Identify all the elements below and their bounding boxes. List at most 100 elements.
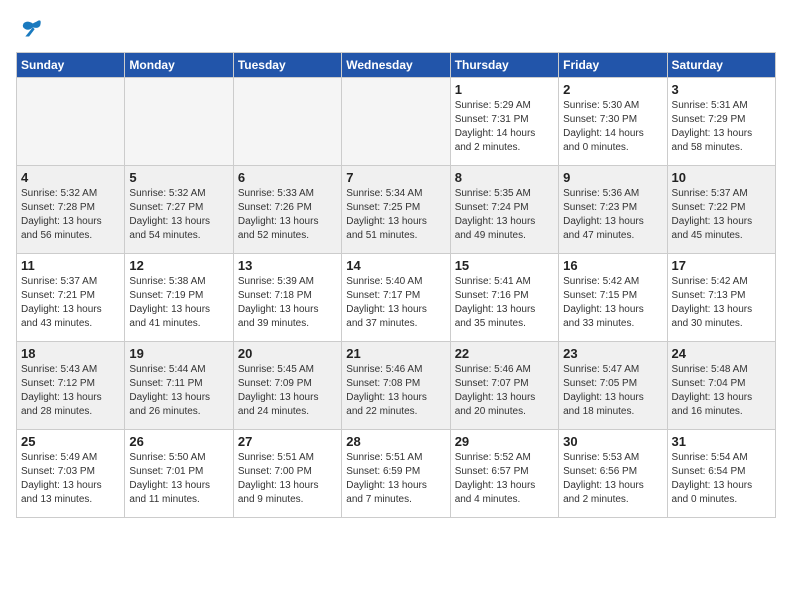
day-number: 6 [238, 170, 337, 185]
calendar-week-row: 25 Sunrise: 5:49 AM Sunset: 7:03 PM Dayli… [17, 430, 776, 518]
day-info: Sunrise: 5:51 AM Sunset: 6:59 PM Dayligh… [346, 451, 445, 507]
calendar-day-cell: 31Sunrise: 5:54 AM Sunset: 6:54 PM Dayli… [667, 430, 775, 518]
day-number: 21 [346, 346, 445, 361]
day-info: Sunrise: 5:40 AM Sunset: 7:17 PM Dayligh… [346, 275, 445, 331]
day-info: Sunrise: 5:46 AM Sunset: 7:08 PM Dayligh… [346, 363, 445, 419]
weekday-header-friday: Friday [559, 53, 667, 78]
day-info: Sunrise: 5:45 AM Sunset: 7:09 PM Dayligh… [238, 363, 337, 419]
day-info: Sunrise: 5:44 AM Sunset: 7:11 PM Dayligh… [129, 363, 228, 419]
calendar-day-cell [125, 78, 233, 166]
calendar-day-cell: 11 Sunrise: 5:37 AM Sunset: 7:21 PM Dayli… [17, 254, 125, 342]
day-info: Sunrise: 5:46 AM Sunset: 7:07 PM Dayligh… [455, 363, 554, 419]
day-number: 20 [238, 346, 337, 361]
day-number: 1 [455, 82, 554, 97]
calendar-day-cell: 6 Sunrise: 5:33 AM Sunset: 7:26 PM Daylig… [233, 166, 341, 254]
calendar-day-cell: 3Sunrise: 5:31 AM Sunset: 7:29 PM Daylig… [667, 78, 775, 166]
calendar-day-cell: 21 Sunrise: 5:46 AM Sunset: 7:08 PM Dayli… [342, 342, 450, 430]
calendar-day-cell [17, 78, 125, 166]
day-number: 25 [21, 434, 120, 449]
day-number: 10 [672, 170, 771, 185]
day-info: Sunrise: 5:37 AM Sunset: 7:22 PM Dayligh… [672, 187, 771, 243]
day-info: Sunrise: 5:32 AM Sunset: 7:28 PM Dayligh… [21, 187, 120, 243]
day-number: 28 [346, 434, 445, 449]
calendar-day-cell: 19 Sunrise: 5:44 AM Sunset: 7:11 PM Dayli… [125, 342, 233, 430]
calendar-day-cell: 27 Sunrise: 5:51 AM Sunset: 7:00 PM Dayli… [233, 430, 341, 518]
day-info: Sunrise: 5:49 AM Sunset: 7:03 PM Dayligh… [21, 451, 120, 507]
calendar-week-row: 4 Sunrise: 5:32 AM Sunset: 7:28 PM Daylig… [17, 166, 776, 254]
calendar-day-cell [233, 78, 341, 166]
day-info: Sunrise: 5:34 AM Sunset: 7:25 PM Dayligh… [346, 187, 445, 243]
calendar-day-cell: 28 Sunrise: 5:51 AM Sunset: 6:59 PM Dayli… [342, 430, 450, 518]
calendar-day-cell [342, 78, 450, 166]
logo-icon [16, 16, 44, 44]
day-number: 30 [563, 434, 662, 449]
calendar-day-cell: 23 Sunrise: 5:47 AM Sunset: 7:05 PM Dayli… [559, 342, 667, 430]
calendar-day-cell: 4 Sunrise: 5:32 AM Sunset: 7:28 PM Daylig… [17, 166, 125, 254]
calendar-day-cell: 7 Sunrise: 5:34 AM Sunset: 7:25 PM Daylig… [342, 166, 450, 254]
day-info: Sunrise: 5:42 AM Sunset: 7:13 PM Dayligh… [672, 275, 771, 331]
day-info: Sunrise: 5:43 AM Sunset: 7:12 PM Dayligh… [21, 363, 120, 419]
day-number: 8 [455, 170, 554, 185]
weekday-header-saturday: Saturday [667, 53, 775, 78]
day-number: 23 [563, 346, 662, 361]
calendar-day-cell: 2 Sunrise: 5:30 AM Sunset: 7:30 PM Daylig… [559, 78, 667, 166]
day-info: Sunrise: 5:38 AM Sunset: 7:19 PM Dayligh… [129, 275, 228, 331]
day-number: 14 [346, 258, 445, 273]
calendar-day-cell: 26 Sunrise: 5:50 AM Sunset: 7:01 PM Dayli… [125, 430, 233, 518]
day-info: Sunrise: 5:50 AM Sunset: 7:01 PM Dayligh… [129, 451, 228, 507]
day-number: 15 [455, 258, 554, 273]
calendar-day-cell: 1 Sunrise: 5:29 AM Sunset: 7:31 PM Daylig… [450, 78, 558, 166]
calendar-week-row: 1 Sunrise: 5:29 AM Sunset: 7:31 PM Daylig… [17, 78, 776, 166]
day-info: Sunrise: 5:29 AM Sunset: 7:31 PM Dayligh… [455, 99, 554, 155]
day-number: 26 [129, 434, 228, 449]
calendar-day-cell: 18 Sunrise: 5:43 AM Sunset: 7:12 PM Dayli… [17, 342, 125, 430]
day-number: 31 [672, 434, 771, 449]
calendar-day-cell: 24Sunrise: 5:48 AM Sunset: 7:04 PM Dayli… [667, 342, 775, 430]
weekday-header-wednesday: Wednesday [342, 53, 450, 78]
day-number: 27 [238, 434, 337, 449]
day-info: Sunrise: 5:47 AM Sunset: 7:05 PM Dayligh… [563, 363, 662, 419]
day-number: 4 [21, 170, 120, 185]
day-number: 19 [129, 346, 228, 361]
day-info: Sunrise: 5:52 AM Sunset: 6:57 PM Dayligh… [455, 451, 554, 507]
weekday-header-thursday: Thursday [450, 53, 558, 78]
day-number: 18 [21, 346, 120, 361]
weekday-header-tuesday: Tuesday [233, 53, 341, 78]
day-info: Sunrise: 5:51 AM Sunset: 7:00 PM Dayligh… [238, 451, 337, 507]
calendar-day-cell: 22Sunrise: 5:46 AM Sunset: 7:07 PM Dayli… [450, 342, 558, 430]
calendar-day-cell: 30 Sunrise: 5:53 AM Sunset: 6:56 PM Dayli… [559, 430, 667, 518]
day-number: 3 [672, 82, 771, 97]
calendar-day-cell: 8 Sunrise: 5:35 AM Sunset: 7:24 PM Daylig… [450, 166, 558, 254]
day-info: Sunrise: 5:37 AM Sunset: 7:21 PM Dayligh… [21, 275, 120, 331]
calendar-day-cell: 5Sunrise: 5:32 AM Sunset: 7:27 PM Daylig… [125, 166, 233, 254]
calendar-table: SundayMondayTuesdayWednesdayThursdayFrid… [16, 52, 776, 518]
day-info: Sunrise: 5:41 AM Sunset: 7:16 PM Dayligh… [455, 275, 554, 331]
day-number: 12 [129, 258, 228, 273]
weekday-header-row: SundayMondayTuesdayWednesdayThursdayFrid… [17, 53, 776, 78]
day-number: 7 [346, 170, 445, 185]
day-number: 29 [455, 434, 554, 449]
day-info: Sunrise: 5:35 AM Sunset: 7:24 PM Dayligh… [455, 187, 554, 243]
day-info: Sunrise: 5:30 AM Sunset: 7:30 PM Dayligh… [563, 99, 662, 155]
calendar-day-cell: 10 Sunrise: 5:37 AM Sunset: 7:22 PM Dayli… [667, 166, 775, 254]
weekday-header-monday: Monday [125, 53, 233, 78]
page-header [16, 16, 776, 44]
logo [16, 16, 48, 44]
day-info: Sunrise: 5:33 AM Sunset: 7:26 PM Dayligh… [238, 187, 337, 243]
day-number: 13 [238, 258, 337, 273]
day-number: 2 [563, 82, 662, 97]
day-info: Sunrise: 5:53 AM Sunset: 6:56 PM Dayligh… [563, 451, 662, 507]
calendar-week-row: 11 Sunrise: 5:37 AM Sunset: 7:21 PM Dayli… [17, 254, 776, 342]
calendar-day-cell: 12 Sunrise: 5:38 AM Sunset: 7:19 PM Dayli… [125, 254, 233, 342]
calendar-day-cell: 20 Sunrise: 5:45 AM Sunset: 7:09 PM Dayli… [233, 342, 341, 430]
calendar-day-cell: 17Sunrise: 5:42 AM Sunset: 7:13 PM Dayli… [667, 254, 775, 342]
day-info: Sunrise: 5:42 AM Sunset: 7:15 PM Dayligh… [563, 275, 662, 331]
day-info: Sunrise: 5:48 AM Sunset: 7:04 PM Dayligh… [672, 363, 771, 419]
day-number: 11 [21, 258, 120, 273]
calendar-day-cell: 13Sunrise: 5:39 AM Sunset: 7:18 PM Dayli… [233, 254, 341, 342]
weekday-header-sunday: Sunday [17, 53, 125, 78]
day-number: 16 [563, 258, 662, 273]
calendar-week-row: 18 Sunrise: 5:43 AM Sunset: 7:12 PM Dayli… [17, 342, 776, 430]
day-number: 9 [563, 170, 662, 185]
calendar-day-cell: 9Sunrise: 5:36 AM Sunset: 7:23 PM Daylig… [559, 166, 667, 254]
